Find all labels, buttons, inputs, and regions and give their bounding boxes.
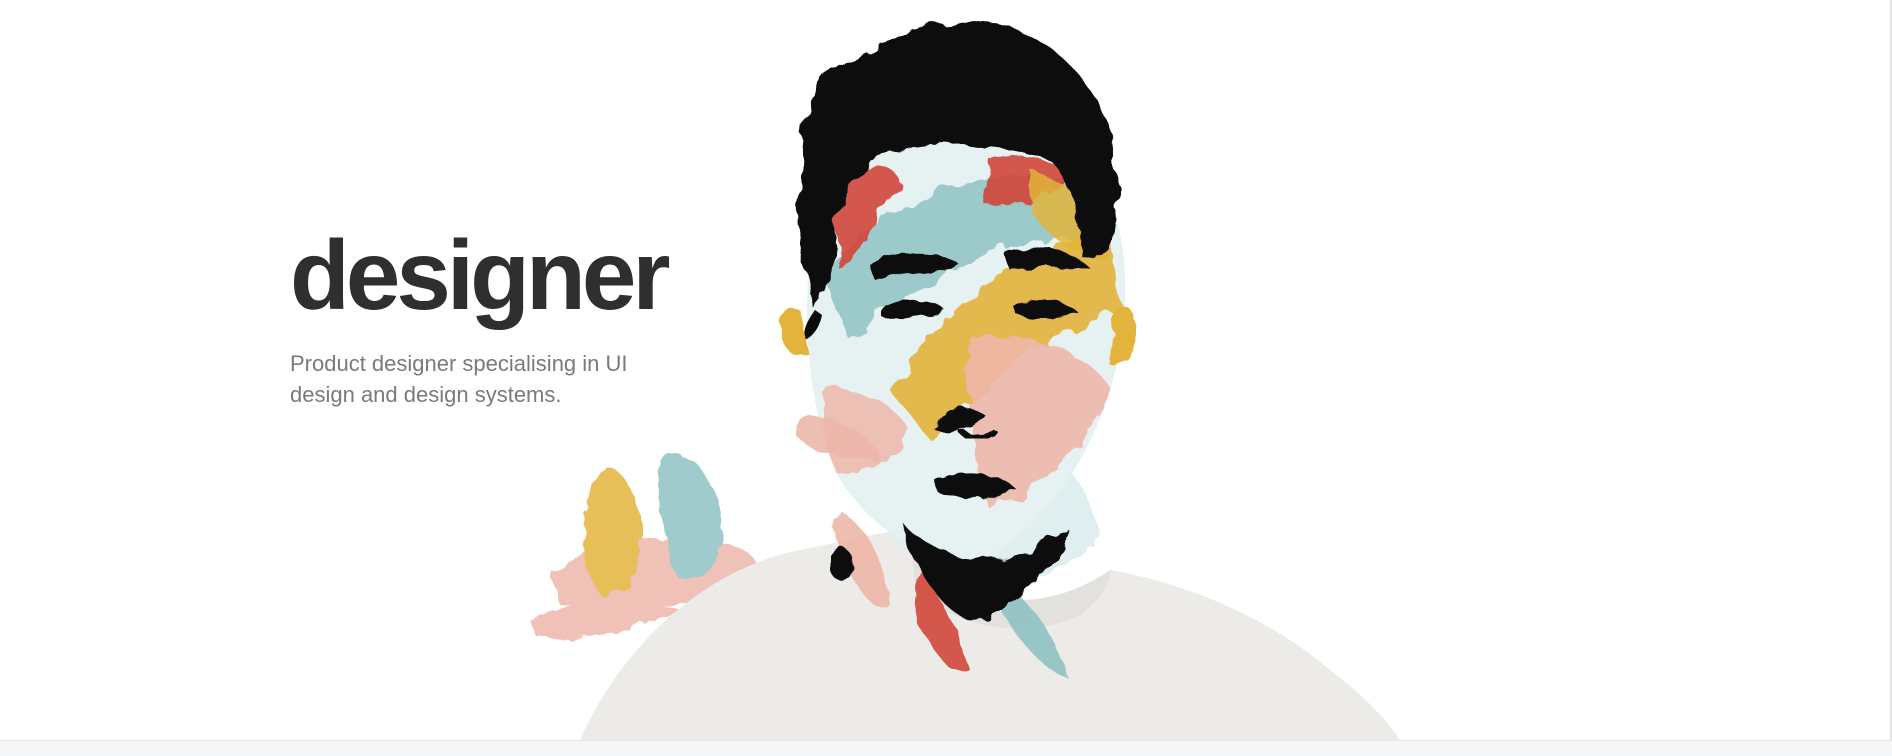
page: designer Product designer specialising i… — [0, 0, 1892, 756]
section-divider — [0, 740, 1892, 756]
hero-section: designer Product designer specialising i… — [0, 0, 1892, 740]
portrait-illustration-icon — [530, 21, 1400, 740]
